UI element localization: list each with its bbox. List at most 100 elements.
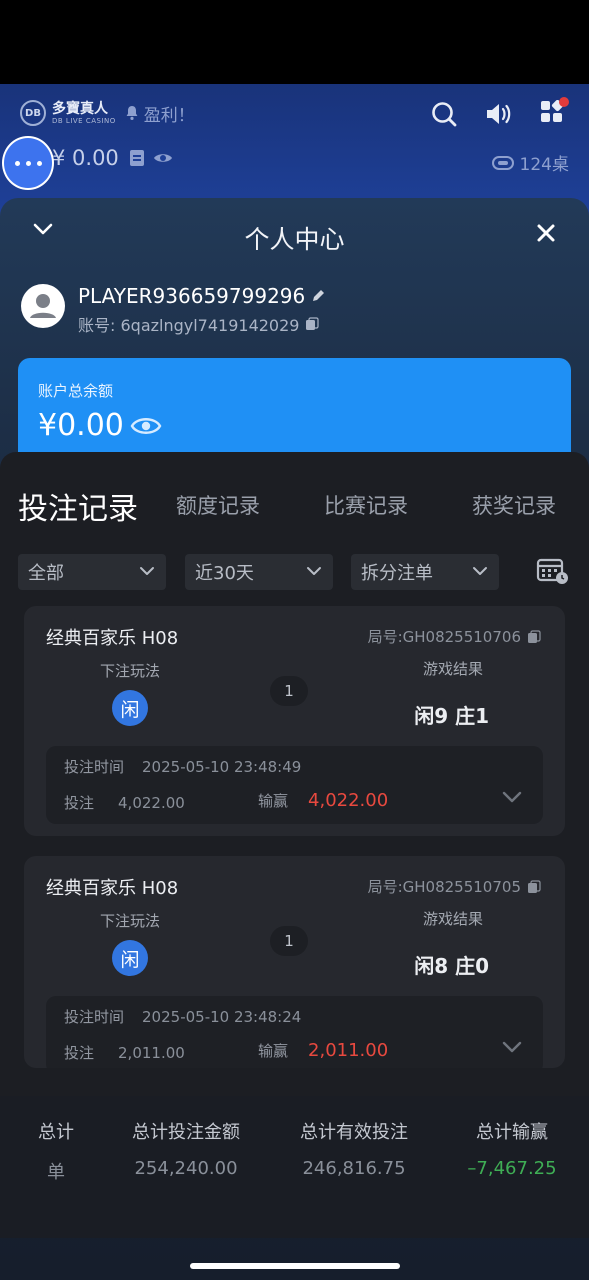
records-tabs: 投注记录 额度记录 比赛记录 获奖记录	[0, 484, 589, 560]
summary-bet-amount-value: 254,240.00	[134, 1158, 238, 1179]
table-count-text: 124桌	[519, 155, 569, 175]
bet-record-card[interactable]: 经典百家乐 H08 局号:GH0825510705 下注玩法 游戏结果 闲 1 …	[24, 856, 565, 1068]
eye-icon[interactable]	[153, 151, 173, 165]
game-result-label: 游戏结果	[422, 910, 483, 928]
bet-time-row: 投注时间 2025-05-10 23:48:49	[64, 756, 301, 777]
win-loss-value: 2,011.00	[308, 1040, 389, 1061]
win-loss-row: 输赢 4,022.00	[258, 790, 388, 811]
avatar[interactable]	[21, 284, 65, 328]
win-loss-value: 4,022.00	[308, 790, 389, 811]
bet-time-label: 投注时间	[64, 1008, 125, 1026]
bet-amount-value: 2,011.00	[118, 1043, 185, 1062]
chevron-down-icon[interactable]	[501, 1040, 523, 1054]
header-balance: ¥ 0.00	[52, 146, 173, 170]
bet-chip-player: 闲	[112, 690, 148, 726]
bet-count: 1	[270, 926, 308, 956]
calendar-icon[interactable]	[536, 556, 570, 586]
summary-valid-bet-value: 246,816.75	[302, 1158, 406, 1179]
bet-detail: 投注时间 2025-05-10 23:48:49 投注 4,022.00 输赢 …	[46, 746, 543, 824]
filter-split-bets-value: 拆分注单	[361, 563, 433, 584]
eye-icon[interactable]	[130, 416, 162, 436]
round-number: 局号:GH0825510706	[368, 626, 541, 647]
records-panel: 投注记录 额度记录 比赛记录 获奖记录 全部 近30天 拆分注单 经典百家乐 H…	[0, 452, 589, 1096]
game-name: 经典百家乐 H08	[46, 628, 179, 649]
tab-match-records[interactable]: 比赛记录	[324, 490, 408, 520]
volume-icon[interactable]	[484, 100, 512, 128]
summary-total: 总计 单	[20, 1118, 92, 1184]
copy-icon[interactable]	[527, 879, 541, 894]
summary-win-loss: 总计输赢 –7,467.25	[452, 1118, 572, 1179]
tab-prize-records[interactable]: 获奖记录	[472, 490, 556, 520]
bet-amount-label: 投注	[64, 794, 95, 812]
player-name: PLAYER936659799296	[78, 284, 325, 308]
bet-count: 1	[270, 676, 308, 706]
close-icon[interactable]	[535, 222, 557, 244]
summary-bar: 总计 单 总计投注金额 254,240.00 总计有效投注 246,816.75…	[0, 1096, 589, 1238]
tab-bet-records[interactable]: 投注记录	[18, 484, 138, 528]
filter-date-range[interactable]: 近30天	[185, 554, 333, 590]
summary-valid-bet-label: 总计有效投注	[300, 1122, 408, 1143]
tab-credit-records[interactable]: 额度记录	[176, 490, 260, 520]
summary-unit-label: 单	[47, 1162, 65, 1183]
summary-bet-amount: 总计投注金额 254,240.00	[116, 1118, 256, 1179]
user-icon	[30, 294, 56, 318]
bell-icon	[126, 106, 138, 120]
summary-win-loss-value: –7,467.25	[467, 1158, 557, 1179]
summary-win-loss-label: 总计输赢	[476, 1122, 548, 1143]
chevron-down-icon[interactable]	[501, 790, 523, 804]
round-number: 局号:GH0825510705	[368, 876, 541, 897]
table-count: 124桌	[491, 150, 569, 175]
summary-valid-bet: 总计有效投注 246,816.75	[284, 1118, 424, 1179]
account-id-text: 账号: 6qazlngyl7419142029	[78, 316, 300, 335]
copy-icon[interactable]	[305, 317, 320, 331]
chevron-down-icon	[473, 567, 487, 575]
player-name-text: PLAYER936659799296	[78, 284, 306, 308]
floating-menu-button[interactable]	[2, 136, 54, 190]
table-icon	[491, 155, 514, 170]
logo-text: 多寶真人	[52, 100, 108, 117]
wallet-amount: ¥0.00	[38, 408, 162, 443]
casino-logo: DB 多寶真人 DB LIVE CASINO 盈利！	[20, 100, 195, 126]
wallet-amount-text: ¥0.00	[38, 408, 124, 443]
summary-bet-amount-label: 总计投注金额	[132, 1122, 240, 1143]
chevron-down-icon	[307, 567, 321, 575]
logo-subtext: DB LIVE CASINO	[52, 116, 116, 125]
bet-type-label: 下注玩法	[100, 662, 161, 680]
header-balance-amount: ¥ 0.00	[52, 146, 119, 170]
bet-chip-player: 闲	[112, 940, 148, 976]
bet-amount-row: 投注 4,022.00	[64, 792, 185, 813]
copy-icon[interactable]	[527, 629, 541, 644]
win-loss-label: 输赢	[258, 792, 289, 810]
casino-header: DB 多寶真人 DB LIVE CASINO 盈利！ ¥ 0.00 124桌	[0, 84, 589, 204]
summary-total-label: 总计	[38, 1122, 74, 1143]
bet-amount-value: 4,022.00	[118, 793, 185, 812]
bet-record-card[interactable]: 经典百家乐 H08 局号:GH0825510706 下注玩法 游戏结果 闲 1 …	[24, 606, 565, 836]
bet-time-value: 2025-05-10 23:48:24	[142, 1007, 302, 1026]
wallet-label: 账户总余额	[38, 382, 114, 400]
bet-time-value: 2025-05-10 23:48:49	[142, 757, 302, 776]
filter-split-bets[interactable]: 拆分注单	[351, 554, 499, 590]
logo-mark-icon: DB	[20, 100, 46, 126]
bet-time-row: 投注时间 2025-05-10 23:48:24	[64, 1006, 301, 1027]
bet-amount-label: 投注	[64, 1044, 95, 1062]
round-number-text: 局号:GH0825510706	[367, 628, 521, 646]
filter-game-type[interactable]: 全部	[18, 554, 166, 590]
account-id: 账号: 6qazlngyl7419142029	[78, 312, 320, 336]
game-result: 闲9 庄1	[414, 704, 489, 728]
home-indicator[interactable]	[190, 1263, 400, 1269]
marquee-text: 盈利！	[143, 105, 195, 126]
wallet-icon[interactable]	[129, 149, 145, 167]
filter-game-type-value: 全部	[28, 563, 64, 584]
filter-date-range-value: 近30天	[195, 563, 254, 584]
notification-dot	[559, 97, 569, 107]
win-loss-row: 输赢 2,011.00	[258, 1040, 388, 1061]
edit-icon[interactable]	[311, 289, 325, 303]
search-icon[interactable]	[430, 100, 458, 128]
game-result-label: 游戏结果	[422, 660, 483, 678]
game-result: 闲8 庄0	[414, 954, 489, 978]
round-number-text: 局号:GH0825510705	[367, 878, 521, 896]
sheet-title: 个人中心	[244, 225, 345, 254]
apps-button[interactable]	[540, 97, 569, 128]
bet-detail: 投注时间 2025-05-10 23:48:24 投注 2,011.00 输赢 …	[46, 996, 543, 1068]
bet-type-label: 下注玩法	[100, 912, 161, 930]
